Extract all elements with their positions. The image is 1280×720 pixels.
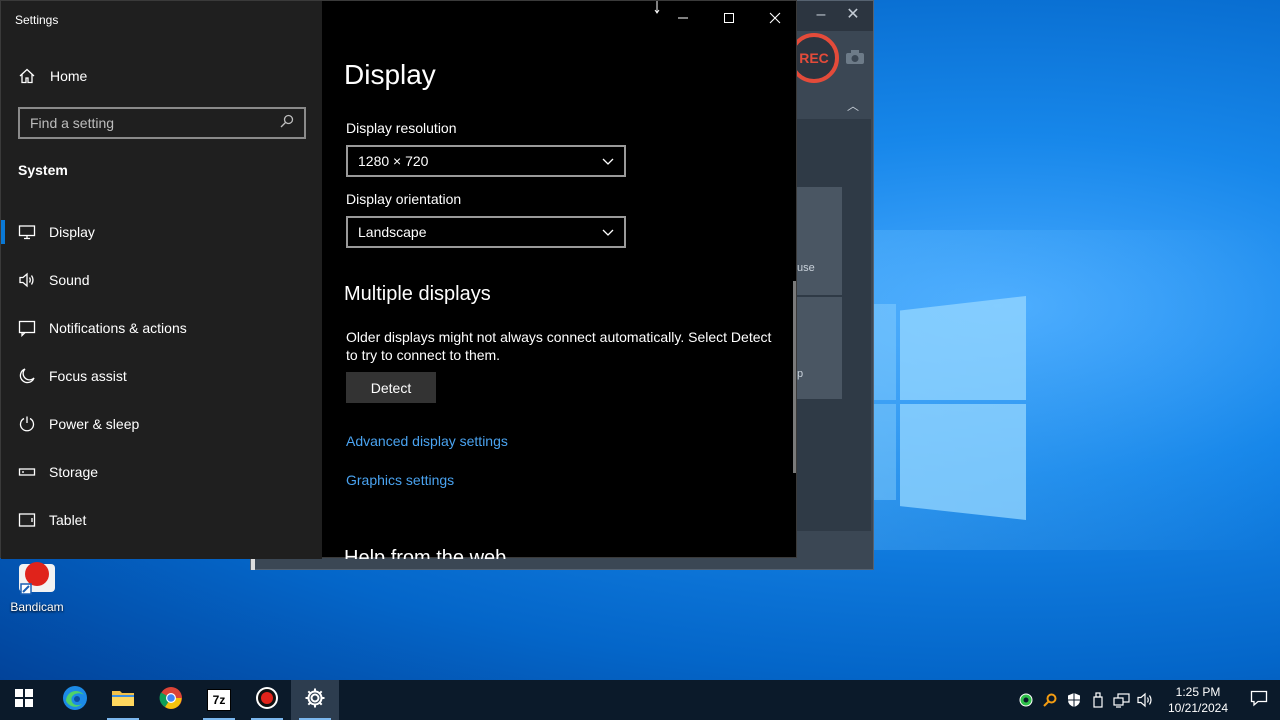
7zip-icon: 7z (207, 689, 231, 711)
bandicam-card[interactable] (796, 187, 842, 295)
chevron-down-icon (602, 224, 614, 240)
sidebar-item-label: Storage (49, 464, 99, 480)
sidebar-item-tablet[interactable]: Tablet (1, 496, 322, 544)
resolution-dropdown[interactable]: 1280 × 720 (346, 145, 626, 177)
record-icon (255, 686, 279, 715)
close-button[interactable] (752, 1, 798, 35)
home-icon (18, 67, 36, 85)
collapse-chevron-up-icon[interactable]: ︿ (847, 97, 859, 114)
tray-search-tool-icon[interactable] (1038, 680, 1062, 720)
windows-start-icon (15, 688, 33, 712)
search-icon[interactable] (280, 114, 294, 133)
windows-wallpaper-logo (874, 282, 1028, 520)
bandicam-text-fragment: use (797, 262, 815, 274)
taskbar-bandicam[interactable] (243, 680, 291, 720)
multiple-displays-heading: Multiple displays (344, 283, 491, 305)
sidebar-item-label: Display (49, 224, 95, 240)
clock-time: 1:25 PM (1175, 685, 1221, 699)
screenshot-camera-icon[interactable] (843, 49, 867, 69)
help-from-web-heading: Help from the web (344, 547, 507, 559)
sidebar-item-notifications[interactable]: Notifications & actions (1, 304, 322, 352)
orientation-value: Landscape (358, 224, 427, 240)
mouse-cursor-icon (654, 1, 660, 20)
desktop-icon-label: Bandicam (10, 600, 64, 614)
clock-date: 10/21/2024 (1167, 701, 1229, 715)
resolution-label: Display resolution (346, 120, 457, 136)
windows-security-shield-icon[interactable] (1062, 680, 1086, 720)
sidebar-item-display[interactable]: Display (1, 208, 322, 256)
scrollbar[interactable] (793, 281, 796, 473)
power-icon (18, 415, 36, 433)
sidebar-item-sound[interactable]: Sound (1, 256, 322, 304)
taskbar-clock[interactable]: 1:25 PM 10/21/2024 (1162, 684, 1234, 716)
chevron-down-icon (602, 153, 614, 169)
settings-sidebar: Settings Home System Display (1, 1, 322, 559)
taskbar-7zip[interactable]: 7z (195, 680, 243, 720)
bandicam-card[interactable] (796, 297, 842, 399)
taskbar-settings[interactable] (291, 680, 339, 720)
page-title: Display (344, 59, 436, 90)
settings-window[interactable]: Settings Home System Display (0, 0, 798, 559)
folder-icon (111, 688, 135, 713)
settings-main-content: Display Display resolution 1280 × 720 Di… (322, 1, 798, 559)
message-icon (18, 319, 36, 337)
bandicam-minimize-button[interactable]: – (809, 5, 833, 25)
action-center-button[interactable] (1238, 680, 1280, 720)
storage-icon (18, 463, 36, 481)
sidebar-item-focus-assist[interactable]: Focus assist (1, 352, 322, 400)
tray-bandicam-status-icon[interactable] (1014, 680, 1038, 720)
notification-icon (1250, 689, 1268, 712)
sidebar-item-label: Power & sleep (49, 416, 140, 432)
graphics-settings-link[interactable]: Graphics settings (346, 472, 454, 488)
sidebar-item-label: Sound (49, 272, 90, 288)
section-heading: System (18, 162, 68, 178)
search-input[interactable] (30, 115, 280, 131)
search-box[interactable] (18, 107, 306, 139)
maximize-button[interactable] (706, 1, 752, 35)
bandicam-icon (15, 556, 59, 596)
volume-icon[interactable] (1134, 680, 1158, 720)
speaker-icon (18, 271, 36, 289)
7zip-label: 7z (212, 693, 226, 707)
home-nav-item[interactable]: Home (1, 63, 322, 89)
sidebar-item-label: Focus assist (49, 368, 127, 384)
sidebar-item-label: Notifications & actions (49, 320, 187, 336)
tablet-icon (18, 511, 36, 529)
sidebar-item-label: Tablet (49, 512, 87, 528)
moon-icon (18, 367, 36, 385)
resolution-value: 1280 × 720 (358, 153, 429, 169)
advanced-display-settings-link[interactable]: Advanced display settings (346, 433, 508, 449)
detect-button[interactable]: Detect (346, 372, 436, 403)
multiple-displays-description: Older displays might not always connect … (346, 329, 772, 363)
desktop-icon-bandicam[interactable]: Bandicam (6, 556, 68, 614)
chrome-icon (159, 686, 183, 715)
taskbar-edge[interactable] (51, 680, 99, 720)
usb-device-icon[interactable] (1086, 680, 1110, 720)
taskbar: 7z 1:25 PM 10/21/2024 (0, 680, 1280, 720)
window-title: Settings (15, 13, 59, 27)
monitor-icon (18, 223, 36, 241)
orientation-dropdown[interactable]: Landscape (346, 216, 626, 248)
system-tray: 1:25 PM 10/21/2024 (1014, 680, 1280, 720)
orientation-label: Display orientation (346, 191, 462, 207)
taskbar-file-explorer[interactable] (99, 680, 147, 720)
minimize-button[interactable] (660, 1, 706, 35)
taskbar-chrome[interactable] (147, 680, 195, 720)
start-button[interactable] (0, 680, 48, 720)
sidebar-item-power-sleep[interactable]: Power & sleep (1, 400, 322, 448)
edge-icon (62, 685, 88, 716)
settings-nav: Display Sound Notifications & actions Fo… (1, 208, 322, 544)
sidebar-item-storage[interactable]: Storage (1, 448, 322, 496)
bandicam-close-button[interactable]: ✕ (841, 5, 865, 25)
network-icon[interactable] (1110, 680, 1134, 720)
gear-icon (304, 687, 326, 714)
home-label: Home (50, 68, 88, 84)
